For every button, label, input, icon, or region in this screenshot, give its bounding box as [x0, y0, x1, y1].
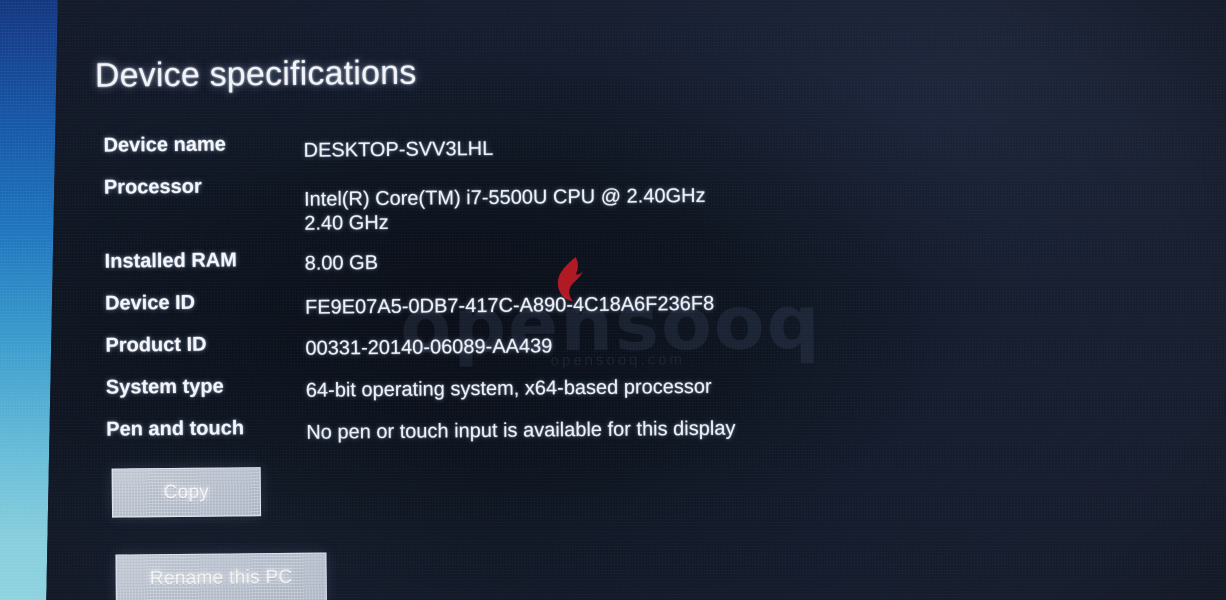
spec-label-system-type: System type: [105, 375, 224, 399]
spec-value-system-type: 64-bit operating system, x64-based proce…: [305, 375, 712, 402]
device-specifications-screen: opensooq opensooq.com Device specificati…: [0, 0, 1226, 600]
settings-content: opensooq opensooq.com Device specificati…: [0, 0, 1226, 600]
page-title: Device specifications: [94, 53, 417, 95]
spec-label-pen-and-touch: Pen and touch: [106, 417, 245, 441]
spec-label-device-id: Device ID: [104, 291, 196, 315]
spec-value-device-id: FE9E07A5-0DB7-417C-A890-4C18A6F236F8: [304, 292, 715, 319]
spec-value-processor-speed: 2.40 GHz: [304, 211, 389, 235]
spec-label-processor: Processor: [103, 175, 202, 199]
watermark-subtext: opensooq.com: [550, 351, 686, 370]
spec-value-installed-ram: 8.00 GB: [304, 252, 379, 275]
spec-value-pen-and-touch: No pen or touch input is available for t…: [306, 417, 736, 444]
spec-label-device-name: Device name: [103, 133, 226, 157]
spec-value-processor: Intel(R) Core(TM) i7-5500U CPU @ 2.40GHz: [303, 184, 706, 211]
spec-label-installed-ram: Installed RAM: [104, 249, 237, 273]
copy-button[interactable]: Copy: [111, 467, 262, 518]
spec-label-product-id: Product ID: [105, 333, 207, 357]
spec-value-product-id: 00331-20140-06089-AA439: [305, 335, 553, 360]
spec-value-device-name: DESKTOP-SVV3LHL: [303, 137, 494, 162]
rename-this-pc-button[interactable]: Rename this PC: [115, 552, 327, 600]
